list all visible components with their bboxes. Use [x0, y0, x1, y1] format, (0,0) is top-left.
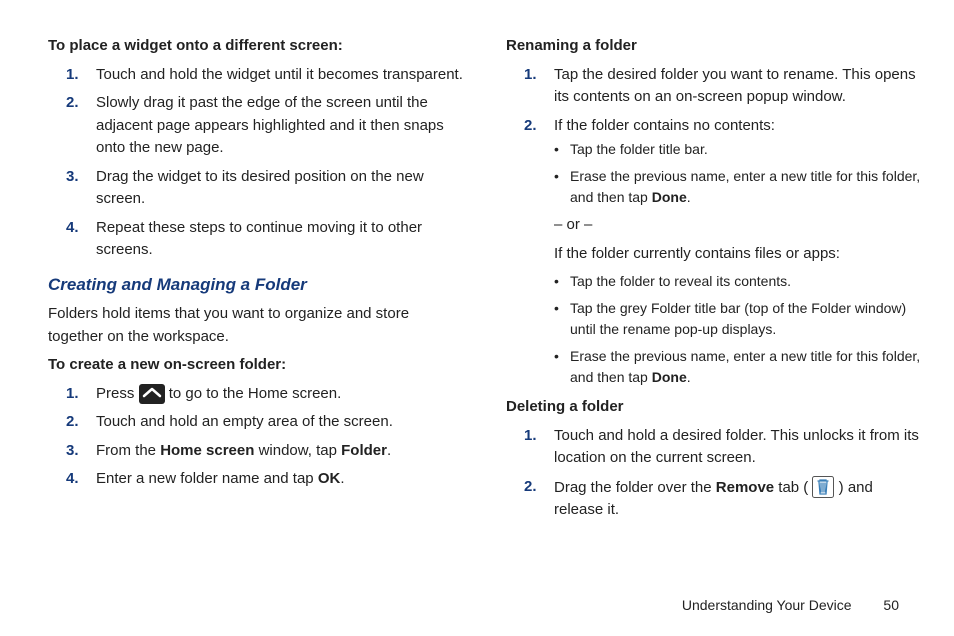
right-column: Renaming a folder Tap the desired folder…: [506, 35, 924, 585]
bullet-item: Tap the folder to reveal its contents.: [554, 271, 924, 292]
list-item: Drag the widget to its desired position …: [48, 166, 466, 211]
bullet-item: Tap the grey Folder title bar (top of th…: [554, 298, 924, 340]
has-contents-text: If the folder currently contains files o…: [554, 243, 924, 266]
footer-section: Understanding Your Device: [682, 597, 852, 613]
text: Drag the folder over the: [554, 479, 716, 496]
list-item: Tap the desired folder you want to renam…: [506, 64, 924, 109]
list-item: Enter a new folder name and tap OK.: [48, 468, 466, 491]
text: Erase the previous name, enter a new tit…: [570, 348, 920, 385]
bullet-item: Tap the folder title bar.: [554, 139, 924, 160]
list-item: Touch and hold a desired folder. This un…: [506, 425, 924, 470]
text: window, tap: [254, 442, 341, 459]
widget-steps: Touch and hold the widget until it becom…: [48, 64, 466, 262]
list-item: From the Home screen window, tap Folder.: [48, 440, 466, 463]
left-column: To place a widget onto a different scree…: [48, 35, 466, 585]
folder-section-heading: Creating and Managing a Folder: [48, 272, 466, 298]
folder-intro: Folders hold items that you want to orga…: [48, 303, 466, 348]
text: Erase the previous name, enter a new tit…: [570, 168, 920, 205]
text: .: [387, 442, 391, 459]
text: to go to the Home screen.: [169, 385, 342, 402]
page: To place a widget onto a different scree…: [0, 0, 954, 585]
list-item: If the folder contains no contents: Tap …: [506, 115, 924, 389]
text: tab (: [774, 479, 812, 496]
create-folder-heading: To create a new on-screen folder:: [48, 354, 466, 377]
text: If the folder contains no contents:: [554, 117, 775, 134]
text-bold: OK: [318, 470, 341, 487]
text: Press: [96, 385, 139, 402]
page-footer: Understanding Your Device 50: [0, 595, 954, 616]
text-bold: Folder: [341, 442, 387, 459]
widget-heading: To place a widget onto a different scree…: [48, 35, 466, 58]
text-bold: Done: [652, 189, 687, 205]
list-item: Slowly drag it past the edge of the scre…: [48, 92, 466, 160]
delete-steps: Touch and hold a desired folder. This un…: [506, 425, 924, 522]
text: Enter a new folder name and tap: [96, 470, 318, 487]
list-item: Press to go to the Home screen.: [48, 383, 466, 406]
trash-icon: [812, 476, 834, 498]
page-number: 50: [883, 597, 899, 613]
delete-heading: Deleting a folder: [506, 396, 924, 419]
bullets-empty: Tap the folder title bar. Erase the prev…: [554, 139, 924, 208]
list-item: Touch and hold an empty area of the scre…: [48, 411, 466, 434]
rename-steps: Tap the desired folder you want to renam…: [506, 64, 924, 389]
text-bold: Done: [652, 369, 687, 385]
text-bold: Home screen: [160, 442, 254, 459]
bullet-item: Erase the previous name, enter a new tit…: [554, 346, 924, 388]
text: From the: [96, 442, 160, 459]
text: .: [687, 189, 691, 205]
create-folder-steps: Press to go to the Home screen. Touch an…: [48, 383, 466, 491]
list-item: Repeat these steps to continue moving it…: [48, 217, 466, 262]
rename-heading: Renaming a folder: [506, 35, 924, 58]
text: .: [687, 369, 691, 385]
list-item: Drag the folder over the Remove tab ( ) …: [506, 476, 924, 522]
text-bold: Remove: [716, 479, 774, 496]
or-divider: – or –: [554, 214, 924, 237]
list-item: Touch and hold the widget until it becom…: [48, 64, 466, 87]
bullets-filled: Tap the folder to reveal its contents. T…: [554, 271, 924, 388]
text: .: [340, 470, 344, 487]
home-icon: [139, 384, 165, 404]
bullet-item: Erase the previous name, enter a new tit…: [554, 166, 924, 208]
